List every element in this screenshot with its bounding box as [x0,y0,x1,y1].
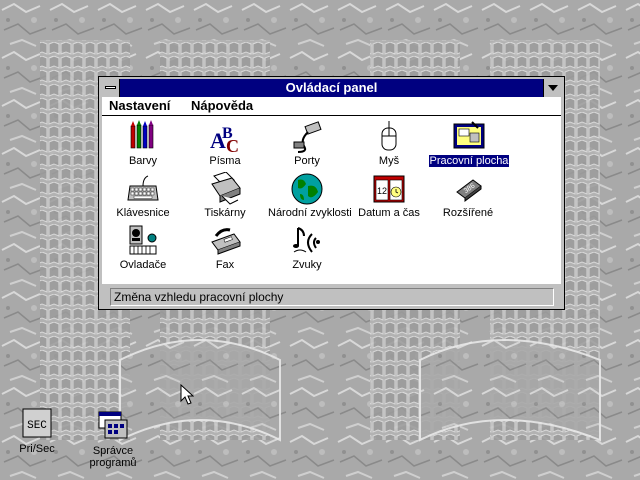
window-title: Ovládací panel [285,80,378,95]
applet-label: Porty [294,155,320,167]
applet-label: Pracovní plocha [428,155,510,167]
desktop-icon [453,121,485,149]
svg-text:SEC: SEC [27,420,47,432]
arrow-down-icon [548,85,558,91]
applet-label: Klávesnice [116,207,170,219]
applet-label: Datum a čas [358,207,420,219]
applet-label: Zvuky [292,259,322,271]
drivers-icon [129,225,157,255]
system-menu-icon [105,86,116,89]
applet-label: Písma [209,155,241,167]
applet-fonts[interactable]: A B C Písma [185,120,265,167]
menu-help[interactable]: Nápověda [191,98,253,113]
port-plug-icon [293,121,322,153]
applet-sounds[interactable]: Zvuky [267,224,347,271]
maximize-button[interactable] [543,79,561,97]
applet-desktop[interactable]: Pracovní plocha [426,120,512,167]
applet-label: Ovladače [119,259,167,271]
keyboard-icon [127,175,159,201]
sounds-icon [293,227,320,253]
applet-keyboard[interactable]: Klávesnice [103,172,183,219]
crayons-icon [130,120,154,149]
globe-icon [291,173,323,205]
applet-enhanced[interactable]: 386 Rozšířené [428,172,508,219]
desktop-icon-label: Pri/Sec [19,443,55,455]
svg-text:12: 12 [377,186,387,196]
fax-icon [211,228,241,255]
fonts-icon: A B C [210,125,239,154]
applet-colors[interactable]: Barvy [103,120,183,167]
control-panel-window: Ovládací panel Nastavení Nápověda Barvy … [98,76,565,310]
applet-mouse[interactable]: Myš [349,120,429,167]
chip-icon: 386 [456,179,482,202]
svg-text:C: C [226,136,239,154]
applet-label: Národní zvyklosti [268,207,352,219]
applet-area: Barvy A B C Písma Porty Myš Pracovní plo… [102,116,561,284]
applet-label: Rozšířené [442,207,494,219]
menu-bar: Nastavení Nápověda [102,97,561,116]
applet-fax[interactable]: Fax [185,224,265,271]
menu-settings[interactable]: Nastavení [109,98,170,113]
applet-drivers[interactable]: Ovladače [103,224,183,271]
desktop-icon-pri-sec[interactable]: SEC Pri/Sec [2,408,72,455]
system-menu-button[interactable] [102,79,120,97]
title-bar[interactable]: Ovládací panel [102,79,561,97]
desktop-icon-program-manager[interactable]: Správce programů [78,410,148,469]
status-text: Změna vzhledu pracovní plochy [110,288,554,306]
pri-sec-icon: SEC [22,408,52,438]
applet-date-time[interactable]: 12 Datum a čas [349,172,429,219]
applet-label: Barvy [128,155,158,167]
applet-label: Fax [215,259,235,271]
applet-label: Myš [378,155,400,167]
calendar-clock-icon: 12 [373,175,405,203]
status-bar: Změna vzhledu pracovní plochy [102,285,561,308]
applet-label: Tiskárny [204,207,246,219]
applet-ports[interactable]: Porty [267,120,347,167]
applet-international[interactable]: Národní zvyklosti [267,172,352,219]
mouse-icon [381,121,397,151]
desktop-icon-label: Správce programů [89,445,137,469]
mouse-cursor-icon [180,384,194,405]
printer-icon [211,172,241,205]
program-manager-icon [98,411,128,439]
applet-printers[interactable]: Tiskárny [185,172,265,219]
